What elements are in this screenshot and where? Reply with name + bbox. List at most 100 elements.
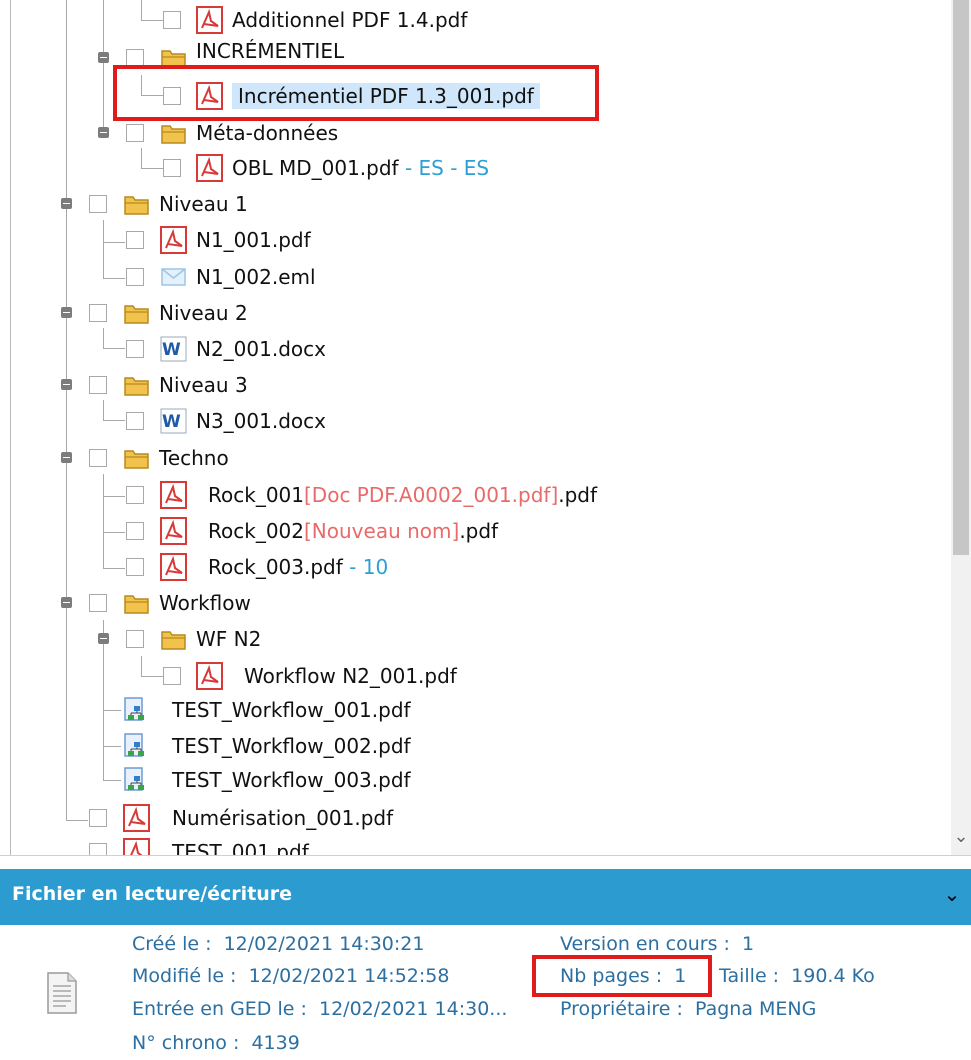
pdf-icon xyxy=(196,6,223,34)
tree-folder-meta-donnees[interactable]: Méta-données xyxy=(0,115,950,151)
tree-item-extension: .pdf xyxy=(459,519,499,543)
collapse-toggle-icon[interactable] xyxy=(61,379,72,390)
tree-item-n2-001[interactable]: W N2_001.docx xyxy=(0,331,950,367)
scrollbar-thumb[interactable] xyxy=(953,0,969,555)
tree-item-label: Additionnel PDF 1.4.pdf xyxy=(232,8,468,32)
tree-item-original-name: [Doc PDF.A0002_001.pdf] xyxy=(304,483,559,507)
tree-item-checkbox[interactable] xyxy=(126,124,144,142)
svg-text:W: W xyxy=(162,340,181,360)
tree-item-test-workflow-003[interactable]: TEST_Workflow_003.pdf xyxy=(0,762,950,798)
tree-item-checkbox[interactable] xyxy=(89,449,107,467)
tree-item-rock-001[interactable]: Rock_001[Doc PDF.A0002_001.pdf].pdf xyxy=(0,477,950,513)
tree-item-n1-002[interactable]: N1_002.eml xyxy=(0,259,950,295)
folder-icon xyxy=(161,125,186,144)
tree-item-checkbox[interactable] xyxy=(89,304,107,322)
email-icon xyxy=(161,268,186,286)
tree-item-label: Niveau 1 xyxy=(159,192,248,216)
tree-folder-workflow[interactable]: Workflow xyxy=(0,585,950,621)
tree-item-label: INCRÉMENTIEL xyxy=(196,39,345,63)
ged-entry-date: Entrée en GED le : 12/02/2021 14:30... xyxy=(132,997,507,1021)
tree-item-label: TEST_Workflow_001.pdf xyxy=(172,698,411,722)
tree-item-checkbox[interactable] xyxy=(89,809,107,827)
tree-item-n3-001[interactable]: W N3_001.docx xyxy=(0,403,950,439)
tree-item-checkbox[interactable] xyxy=(89,843,107,855)
workflow-doc-icon xyxy=(124,733,144,757)
tree-item-label: Workflow xyxy=(159,591,251,615)
tree-item-info: - 10 xyxy=(342,555,389,579)
ged-value: 12/02/2021 14:30... xyxy=(318,998,508,1020)
tree-item-label: WF N2 xyxy=(196,627,262,651)
vertical-scrollbar[interactable]: ⌄ xyxy=(951,0,971,855)
tree-item-label: N1_002.eml xyxy=(196,265,316,289)
created-date: Créé le : 12/02/2021 14:30:21 xyxy=(132,932,424,956)
svg-text:W: W xyxy=(162,412,181,432)
details-header[interactable]: Fichier en lecture/écriture ⌄ xyxy=(0,869,971,925)
chrono-number: N° chrono : 4139 xyxy=(132,1031,300,1055)
tree-folder-wf-n2[interactable]: WF N2 xyxy=(0,621,950,657)
created-value: 12/02/2021 14:30:21 xyxy=(223,933,425,955)
tree-item-n1-001[interactable]: N1_001.pdf xyxy=(0,222,950,258)
chrono-value: 4139 xyxy=(251,1032,300,1054)
tree-item-checkbox[interactable] xyxy=(89,195,107,213)
tree-item-numerisation-001[interactable]: Numérisation_001.pdf xyxy=(0,800,950,836)
tree-item-checkbox[interactable] xyxy=(163,11,181,29)
document-tree[interactable]: Additionnel PDF 1.4.pdf INCRÉMENTIEL Inc… xyxy=(0,0,971,855)
collapse-toggle-icon[interactable] xyxy=(61,597,72,608)
scroll-down-icon[interactable]: ⌄ xyxy=(953,825,969,849)
pdf-icon xyxy=(160,481,187,509)
modified-value: 12/02/2021 14:52:58 xyxy=(248,965,450,987)
size-value: 190.4 Ko xyxy=(791,965,875,987)
tree-item-test-001[interactable]: TEST_001.pdf xyxy=(0,834,950,855)
highlight-box xyxy=(113,65,599,121)
folder-icon xyxy=(124,196,149,215)
tree-item-rock-003[interactable]: Rock_003.pdf - 10 xyxy=(0,549,950,585)
pdf-icon xyxy=(160,517,187,545)
tree-item-additionnel-pdf[interactable]: Additionnel PDF 1.4.pdf xyxy=(0,2,950,38)
tree-folder-techno[interactable]: Techno xyxy=(0,440,950,476)
version-label: Version en cours : xyxy=(560,933,730,955)
pdf-icon xyxy=(160,553,187,581)
collapse-toggle-icon[interactable] xyxy=(98,52,109,63)
tree-item-checkbox[interactable] xyxy=(126,231,144,249)
tree-item-workflow-n2-001[interactable]: Workflow N2_001.pdf xyxy=(0,658,950,694)
tree-item-checkbox[interactable] xyxy=(163,667,181,685)
pdf-icon xyxy=(123,838,150,855)
tree-item-checkbox[interactable] xyxy=(163,159,181,177)
tree-item-label: N1_001.pdf xyxy=(196,228,311,252)
details-title: Fichier en lecture/écriture xyxy=(12,883,293,905)
tree-item-checkbox[interactable] xyxy=(126,412,144,430)
collapse-toggle-icon[interactable] xyxy=(61,307,72,318)
tree-item-label: Numérisation_001.pdf xyxy=(172,806,394,830)
chevron-down-icon[interactable]: ⌄ xyxy=(941,881,963,907)
tree-item-test-workflow-002[interactable]: TEST_Workflow_002.pdf xyxy=(0,728,950,764)
workflow-doc-icon xyxy=(124,767,144,791)
document-icon xyxy=(47,972,77,1014)
word-icon: W xyxy=(160,408,187,434)
folder-icon xyxy=(124,377,149,396)
collapse-toggle-icon[interactable] xyxy=(98,633,109,644)
current-version: Version en cours : 1 xyxy=(560,932,754,956)
ged-label: Entrée en GED le : xyxy=(132,998,307,1020)
tree-folder-niveau-2[interactable]: Niveau 2 xyxy=(0,295,950,331)
tree-item-test-workflow-001[interactable]: TEST_Workflow_001.pdf xyxy=(0,692,950,728)
tree-item-checkbox[interactable] xyxy=(126,268,144,286)
tree-item-obl-md[interactable]: OBL MD_001.pdf - ES - ES xyxy=(0,150,950,186)
collapse-toggle-icon[interactable] xyxy=(61,198,72,209)
collapse-toggle-icon[interactable] xyxy=(98,127,109,138)
word-icon: W xyxy=(160,336,187,362)
tree-item-rock-002[interactable]: Rock_002[Nouveau nom].pdf xyxy=(0,513,950,549)
tree-item-checkbox[interactable] xyxy=(126,340,144,358)
tree-item-checkbox[interactable] xyxy=(126,630,144,648)
tree-item-checkbox[interactable] xyxy=(89,594,107,612)
tree-item-checkbox[interactable] xyxy=(89,376,107,394)
tree-folder-niveau-3[interactable]: Niveau 3 xyxy=(0,367,950,403)
tree-item-checkbox[interactable] xyxy=(126,486,144,504)
tree-item-label: TEST_Workflow_002.pdf xyxy=(172,734,411,758)
tree-item-label: OBL MD_001.pdf xyxy=(232,156,399,180)
tree-item-checkbox[interactable] xyxy=(126,522,144,540)
tree-folder-niveau-1[interactable]: Niveau 1 xyxy=(0,186,950,222)
collapse-toggle-icon[interactable] xyxy=(61,452,72,463)
tree-item-checkbox[interactable] xyxy=(126,558,144,576)
pdf-icon xyxy=(196,662,223,690)
tree-item-label: TEST_001.pdf xyxy=(172,840,309,855)
